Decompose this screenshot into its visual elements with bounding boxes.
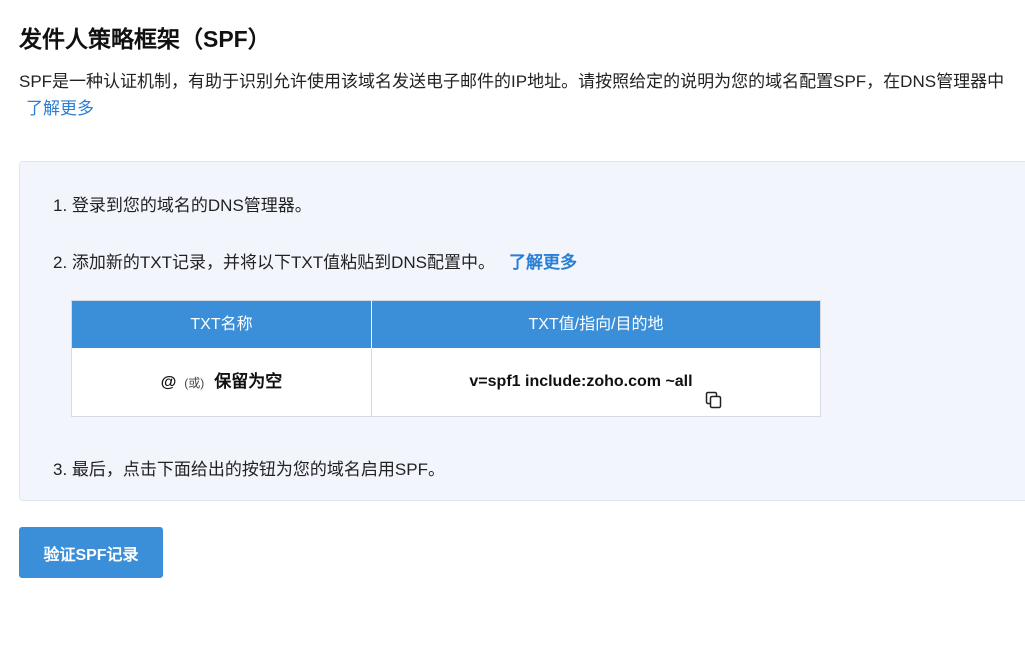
copy-icon[interactable] (705, 371, 723, 409)
txt-value: v=spf1 include:zoho.com ~all (469, 373, 693, 390)
page-title: 发件人策略框架（SPF） (19, 26, 271, 52)
txt-record-table: TXT名称 TXT值/指向/目的地 @ (或) 保留为空 v=spf1 includ… (71, 300, 821, 417)
step-3: 3. 最后，点击下面给出的按钮为您的域名启用SPF。 (53, 460, 445, 479)
column-header-txt-name: TXT名称 (72, 301, 372, 348)
page-description: SPF是一种认证机制，有助于识别允许使用该域名发送电子邮件的IP地址。请按照给定… (19, 72, 1005, 91)
step-2: 2. 添加新的TXT记录，并将以下TXT值粘贴到DNS配置中。 了解更多 (53, 248, 577, 273)
txt-name-at: @ (160, 374, 177, 391)
learn-more-link[interactable]: 了解更多 (26, 94, 94, 119)
step-2-learn-more-link[interactable]: 了解更多 (509, 253, 577, 272)
verify-spf-button[interactable]: 验证SPF记录 (19, 527, 163, 578)
table-header-row: TXT名称 TXT值/指向/目的地 (72, 301, 820, 348)
step-2-text: 2. 添加新的TXT记录，并将以下TXT值粘贴到DNS配置中。 (53, 253, 496, 272)
txt-value-cell: v=spf1 include:zoho.com ~all (372, 348, 820, 416)
instructions-panel: 1. 登录到您的域名的DNS管理器。 2. 添加新的TXT记录，并将以下TXT值… (19, 161, 1025, 501)
txt-name-or: (或) (184, 376, 205, 390)
spf-settings-page: 发件人策略框架（SPF） SPF是一种认证机制，有助于识别允许使用该域名发送电子… (0, 0, 1025, 645)
txt-name-cell: @ (或) 保留为空 (72, 348, 372, 416)
txt-name-blank: 保留为空 (214, 372, 283, 391)
table-row: @ (或) 保留为空 v=spf1 include:zoho.com ~all (72, 348, 820, 416)
column-header-txt-value: TXT值/指向/目的地 (528, 316, 664, 333)
step-1: 1. 登录到您的域名的DNS管理器。 (53, 196, 312, 215)
